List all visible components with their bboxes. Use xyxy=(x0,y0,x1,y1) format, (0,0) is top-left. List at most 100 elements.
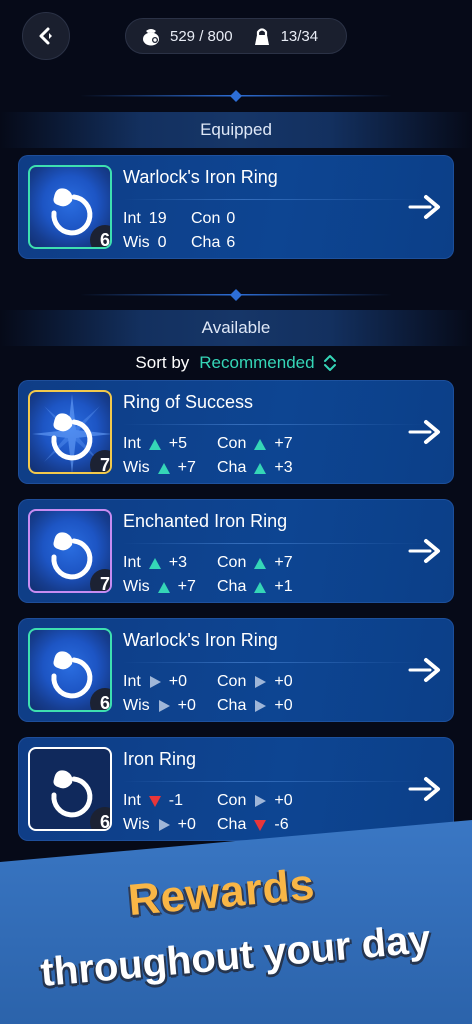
stat-value-wis: +0 xyxy=(177,697,196,714)
item-name: Warlock's Iron Ring xyxy=(123,167,278,187)
stat-value-int: 19 xyxy=(148,210,167,227)
stat-value-con: 0 xyxy=(226,210,236,227)
available-item-card[interactable]: 6 Warlock's Iron Ring Int +0 Con +0 Wis +0 Cha +0 xyxy=(18,618,454,722)
stat-label-con: Con xyxy=(217,554,247,571)
stat-change-icon xyxy=(252,460,268,476)
stat-label-con: Con xyxy=(217,792,247,809)
stat-label-int: Int xyxy=(123,554,141,571)
section-divider xyxy=(80,289,392,301)
stat-label-wis: Wis xyxy=(123,578,150,595)
stat-label-cha: Cha xyxy=(191,234,221,251)
item-icon-frame: 7 xyxy=(28,390,112,474)
item-level-badge: 7 xyxy=(90,450,110,472)
stat-label-wis: Wis xyxy=(123,816,150,833)
stat-value-int: +3 xyxy=(168,554,188,571)
stat-change-icon xyxy=(252,579,268,595)
title-underline xyxy=(123,662,423,663)
top-bar: 529 / 800 13/34 xyxy=(0,0,472,80)
stat-change-icon xyxy=(147,674,163,690)
sort-chevron-icon[interactable] xyxy=(323,353,337,373)
stat-change-icon xyxy=(252,436,268,452)
item-stats: Int -1 Con +0 Wis +0 Cha -6 xyxy=(123,789,293,837)
stat-label-int: Int xyxy=(123,673,141,690)
stat-value-int: +5 xyxy=(168,435,188,452)
item-level-badge: 6 xyxy=(90,225,110,247)
available-item-card[interactable]: 7 Enchanted Iron Ring Int +3 Con +7 Wis +7 Cha +1 xyxy=(18,499,454,603)
stat-change-icon xyxy=(252,555,268,571)
item-name: Iron Ring xyxy=(123,749,197,769)
item-level-badge: 6 xyxy=(90,807,110,829)
stat-change-icon xyxy=(147,793,163,809)
section-divider xyxy=(80,90,392,102)
item-stats: Int 19 Con 0 Wis 0 Cha 6 xyxy=(123,207,235,255)
sort-value[interactable]: Recommended xyxy=(199,353,314,373)
equipped-item-card[interactable]: 6 Warlock's Iron Ring Int 19 Con 0 Wis 0… xyxy=(18,155,454,259)
stat-change-icon xyxy=(156,579,172,595)
select-arrow-icon[interactable] xyxy=(408,775,444,803)
sort-label: Sort by xyxy=(135,353,190,372)
stat-value-con: +0 xyxy=(274,792,293,809)
item-stats: Int +3 Con +7 Wis +7 Cha +1 xyxy=(123,551,293,599)
slots-text: 13/34 xyxy=(280,27,319,45)
back-button[interactable] xyxy=(22,12,70,60)
stat-value-cha: -6 xyxy=(274,816,289,833)
stat-change-icon xyxy=(147,555,163,571)
stat-value-con: +7 xyxy=(274,435,293,452)
stat-label-wis: Wis xyxy=(123,697,150,714)
stat-value-int: -1 xyxy=(168,792,184,809)
inventory-counter: 529 / 800 13/34 xyxy=(125,18,347,54)
select-arrow-icon[interactable] xyxy=(408,418,444,446)
stat-label-wis: Wis xyxy=(123,234,150,251)
item-stats: Int +5 Con +7 Wis +7 Cha +3 xyxy=(123,432,293,480)
title-underline xyxy=(123,424,423,425)
stat-label-cha: Cha xyxy=(217,578,247,595)
stat-label-cha: Cha xyxy=(217,697,247,714)
ring-icon xyxy=(51,188,93,236)
ring-icon xyxy=(51,651,93,699)
stat-label-cha: Cha xyxy=(217,459,247,476)
section-available: Available xyxy=(0,310,472,346)
section-available-label: Available xyxy=(201,318,271,337)
available-item-card[interactable]: 6 Iron Ring Int -1 Con +0 Wis +0 Cha -6 xyxy=(18,737,454,841)
item-icon-frame: 6 xyxy=(28,628,112,712)
stat-value-wis: +7 xyxy=(177,578,196,595)
title-underline xyxy=(123,543,423,544)
sort-control[interactable]: Sort by Recommended xyxy=(0,348,472,378)
item-level-badge: 6 xyxy=(90,688,110,710)
stat-value-cha: +0 xyxy=(274,697,293,714)
stat-value-wis: +0 xyxy=(177,816,196,833)
ring-icon xyxy=(51,770,93,818)
stat-value-cha: +3 xyxy=(274,459,293,476)
coin-bag-icon xyxy=(140,25,162,47)
select-arrow-icon[interactable] xyxy=(408,537,444,565)
stat-value-wis: 0 xyxy=(157,234,167,251)
stat-label-int: Int xyxy=(123,210,141,227)
item-icon-frame: 6 xyxy=(28,165,112,249)
select-arrow-icon[interactable] xyxy=(408,193,444,221)
stat-label-wis: Wis xyxy=(123,459,150,476)
stat-change-icon xyxy=(252,698,268,714)
item-icon-frame: 6 xyxy=(28,747,112,831)
stat-label-cha: Cha xyxy=(217,816,247,833)
stat-value-int: +0 xyxy=(168,673,188,690)
stat-label-int: Int xyxy=(123,792,141,809)
title-underline xyxy=(123,781,423,782)
title-underline xyxy=(123,199,423,200)
stat-label-con: Con xyxy=(217,435,247,452)
stat-value-wis: +7 xyxy=(177,459,196,476)
lock-icon xyxy=(251,25,273,47)
back-arrow-icon xyxy=(39,27,52,45)
select-arrow-icon[interactable] xyxy=(408,656,444,684)
stat-change-icon xyxy=(156,460,172,476)
item-name: Enchanted Iron Ring xyxy=(123,511,288,531)
stat-change-icon xyxy=(156,817,172,833)
section-equipped: Equipped xyxy=(0,112,472,148)
stat-value-cha: 6 xyxy=(226,234,236,251)
stat-value-cha: +1 xyxy=(274,578,293,595)
currency-text: 529 / 800 xyxy=(170,27,233,45)
item-stats: Int +0 Con +0 Wis +0 Cha +0 xyxy=(123,670,293,718)
stat-label-con: Con xyxy=(217,673,247,690)
stat-change-icon xyxy=(252,817,268,833)
available-item-card[interactable]: 7 Ring of Success Int +5 Con +7 Wis +7 Cha +3 xyxy=(18,380,454,484)
item-level-badge: 7 xyxy=(90,569,110,591)
